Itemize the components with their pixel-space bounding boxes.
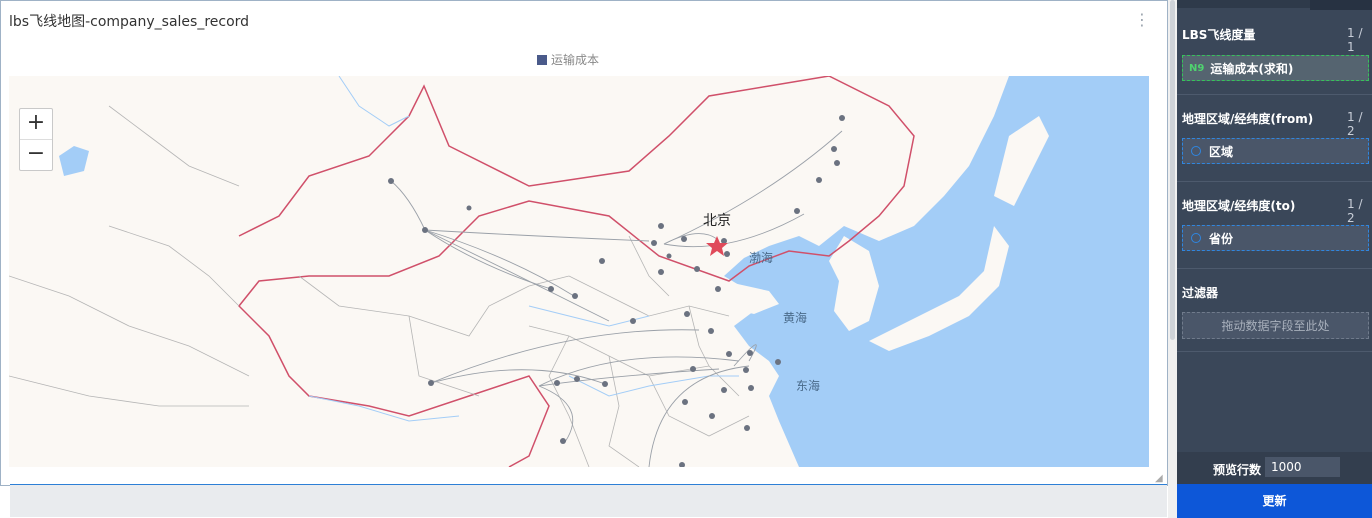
bohai-label: 渤海 <box>749 251 774 265</box>
preview-row: 预览行数 <box>1177 452 1372 484</box>
filter-drop-zone[interactable]: 拖动数据字段至此处 <box>1182 312 1369 339</box>
legend-label: 运输成本 <box>551 53 600 67</box>
scrollbar-thumb[interactable] <box>1170 0 1175 340</box>
bottom-bar <box>10 484 1167 517</box>
section-count-to: 1 / 2 <box>1347 197 1363 225</box>
divider <box>1177 94 1372 95</box>
vertical-ellipsis-icon[interactable]: ⋮ <box>1134 11 1150 29</box>
section-count-from: 1 / 2 <box>1347 110 1363 138</box>
legend-swatch <box>537 54 547 65</box>
divider <box>1177 351 1372 352</box>
section-count-measure: 1 / 1 <box>1347 26 1363 54</box>
dimension-icon <box>1191 146 1201 156</box>
chart-title: lbs飞线地图-company_sales_record <box>9 14 250 30</box>
section-title-measure: LBS飞线度量 <box>1182 28 1256 42</box>
divider <box>1177 181 1372 182</box>
config-sidebar: LBS飞线度量 1 / 1 N9 运输成本(求和) 地理区域/经纬度(from)… <box>1177 0 1372 518</box>
sidebar-tab-active[interactable] <box>1177 0 1310 8</box>
east-sea-label: 东海 <box>796 379 821 393</box>
sidebar-tab[interactable] <box>1310 0 1372 10</box>
measure-field-pill[interactable]: N9 运输成本(求和) <box>1182 55 1369 81</box>
chart-legend[interactable]: 运输成本 <box>537 51 599 68</box>
from-field-pill[interactable]: 区域 <box>1182 138 1369 164</box>
section-title-from: 地理区域/经纬度(from) <box>1182 112 1314 126</box>
preview-rows-input[interactable] <box>1265 457 1340 477</box>
to-field-label: 省份 <box>1209 231 1234 246</box>
dimension-icon <box>1191 233 1201 243</box>
map-canvas <box>9 76 1149 467</box>
from-field-label: 区域 <box>1209 144 1234 159</box>
resize-handle-icon[interactable]: ◢ <box>1155 473 1165 484</box>
to-field-pill[interactable]: 省份 <box>1182 225 1369 251</box>
chart-panel: lbs飞线地图-company_sales_record ⋮ 运输成本 北京 渤… <box>0 0 1168 486</box>
preview-rows-label: 预览行数 <box>1213 463 1262 477</box>
numeric-tag-icon: N9 <box>1189 62 1205 74</box>
section-title-to: 地理区域/经纬度(to) <box>1182 199 1296 213</box>
divider <box>1177 268 1372 269</box>
zoom-control: + − <box>19 108 53 171</box>
measure-field-label: 运输成本(求和) <box>1210 61 1294 76</box>
yellow-sea-label: 黄海 <box>783 311 808 325</box>
section-title-filter: 过滤器 <box>1182 286 1219 300</box>
flight-line-map[interactable]: 北京 渤海 黄海 东海 <box>9 76 1149 467</box>
beijing-label: 北京 <box>703 213 731 229</box>
zoom-out-button[interactable]: − <box>20 139 52 170</box>
zoom-in-button[interactable]: + <box>20 109 52 139</box>
update-button[interactable]: 更新 <box>1177 484 1372 518</box>
